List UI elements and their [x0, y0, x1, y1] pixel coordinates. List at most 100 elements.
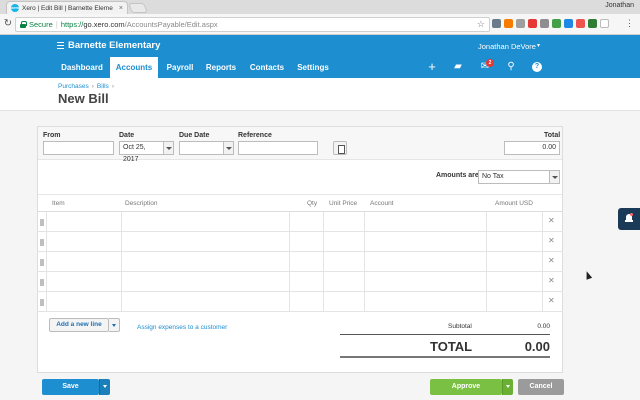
hubspot-extension-icon[interactable]	[504, 19, 513, 28]
column-header-qty: Qty	[307, 200, 318, 207]
date-input[interactable]: Oct 25, 2017	[119, 141, 164, 163]
search-icon[interactable]: ⚲	[505, 61, 517, 73]
line-item-cell[interactable]	[289, 212, 323, 232]
add-icon[interactable]: +	[426, 60, 438, 73]
add-new-line-button[interactable]: Add a new line	[49, 318, 109, 332]
tab-close-icon[interactable]: ×	[119, 5, 123, 12]
nav-dashboard[interactable]: Dashboard	[57, 57, 107, 78]
amounts-are-dropdown-button[interactable]	[550, 170, 560, 184]
organisation-name[interactable]: Barnette Elementary	[68, 40, 160, 51]
line-item-cell[interactable]	[121, 292, 289, 312]
browser-profile-name[interactable]: Jonathan	[605, 2, 634, 9]
line-item-cell[interactable]	[323, 272, 364, 292]
drag-handle-icon[interactable]	[40, 299, 44, 306]
line-item-cell[interactable]	[364, 232, 486, 252]
line-item-cell[interactable]	[364, 272, 486, 292]
chevron-down-icon[interactable]: ▾	[537, 42, 540, 49]
extension-icon[interactable]	[576, 19, 585, 28]
remove-line-icon[interactable]: ✕	[548, 276, 555, 285]
remove-line-icon[interactable]: ✕	[548, 216, 555, 225]
line-item-cell[interactable]	[323, 232, 364, 252]
new-tab-button[interactable]	[128, 3, 148, 13]
extension-icon[interactable]	[492, 19, 501, 28]
breadcrumb-purchases[interactable]: Purchases	[58, 83, 89, 90]
copy-document-icon[interactable]	[333, 141, 347, 155]
nav-payroll[interactable]: Payroll	[160, 57, 200, 78]
remove-line-icon[interactable]: ✕	[548, 296, 555, 305]
line-item-cell[interactable]	[121, 272, 289, 292]
nav-contacts[interactable]: Contacts	[246, 57, 288, 78]
notification-panel-tab[interactable]	[618, 208, 640, 230]
subtotal-label: Subtotal	[448, 323, 472, 330]
nav-settings[interactable]: Settings	[293, 57, 333, 78]
nav-reports[interactable]: Reports	[202, 57, 240, 78]
save-button[interactable]: Save	[42, 379, 99, 395]
breadcrumb: Purchases › Bills ›	[58, 83, 114, 90]
amounts-are-row: Amounts are No Tax	[38, 160, 562, 195]
from-input[interactable]	[43, 141, 114, 155]
help-icon[interactable]: ?	[532, 62, 542, 72]
line-item-cell[interactable]	[364, 252, 486, 272]
date-picker-button[interactable]	[164, 141, 174, 155]
cancel-button[interactable]: Cancel	[518, 379, 564, 395]
line-item-row: ✕	[38, 292, 562, 312]
line-item-cell[interactable]	[46, 232, 121, 252]
line-item-cell[interactable]	[323, 292, 364, 312]
extension-icon[interactable]	[600, 19, 609, 28]
line-item-cell[interactable]	[289, 272, 323, 292]
approve-button[interactable]: Approve	[430, 379, 502, 395]
browser-menu-icon[interactable]: ⋮	[625, 19, 634, 28]
extension-icon[interactable]	[564, 19, 573, 28]
extension-icon[interactable]	[516, 19, 525, 28]
line-item-cell[interactable]	[289, 252, 323, 272]
column-header-item: Item	[52, 200, 65, 207]
add-line-dropdown-button[interactable]	[109, 318, 120, 332]
due-date-input[interactable]	[179, 141, 224, 155]
extension-icon[interactable]	[552, 19, 561, 28]
line-item-cell[interactable]	[121, 212, 289, 232]
assign-expenses-link[interactable]: Assign expenses to a customer	[137, 324, 227, 331]
line-item-cell[interactable]	[486, 272, 543, 292]
save-options-dropdown-button[interactable]	[99, 379, 110, 395]
user-menu[interactable]: Jonathan DeVore	[478, 42, 536, 51]
line-item-cell[interactable]	[46, 292, 121, 312]
line-item-cell[interactable]	[486, 292, 543, 312]
approve-options-dropdown-button[interactable]	[502, 379, 513, 395]
drag-handle-icon[interactable]	[40, 259, 44, 266]
line-item-cell[interactable]	[46, 252, 121, 272]
breadcrumb-bills[interactable]: Bills	[97, 83, 109, 90]
pocket-extension-icon[interactable]	[528, 19, 537, 28]
drag-handle-icon[interactable]	[40, 219, 44, 226]
line-item-cell[interactable]	[46, 212, 121, 232]
bookmark-star-icon[interactable]: ☆	[477, 19, 485, 30]
line-item-cell[interactable]	[364, 212, 486, 232]
extension-icon[interactable]	[588, 19, 597, 28]
extension-icon[interactable]	[540, 19, 549, 28]
browser-tabstrip: xero Xero | Edit Bill | Barnette Eleme ×…	[0, 0, 640, 14]
drag-handle-icon[interactable]	[40, 279, 44, 286]
line-item-cell[interactable]	[486, 212, 543, 232]
nav-accounts[interactable]: Accounts	[110, 57, 158, 78]
files-folder-icon[interactable]: ▰	[452, 61, 464, 73]
line-item-cell[interactable]	[364, 292, 486, 312]
line-item-cell[interactable]	[323, 212, 364, 232]
line-item-cell[interactable]	[121, 232, 289, 252]
date-label: Date	[119, 132, 135, 139]
address-bar[interactable]: Secure | https://go.xero.com/AccountsPay…	[15, 17, 490, 32]
line-item-cell[interactable]	[46, 272, 121, 292]
org-menu-icon[interactable]	[57, 42, 64, 49]
remove-line-icon[interactable]: ✕	[548, 256, 555, 265]
line-item-cell[interactable]	[486, 232, 543, 252]
line-item-cell[interactable]	[486, 252, 543, 272]
remove-line-icon[interactable]: ✕	[548, 236, 555, 245]
line-item-cell[interactable]	[121, 252, 289, 272]
due-date-picker-button[interactable]	[224, 141, 234, 155]
drag-handle-icon[interactable]	[40, 239, 44, 246]
line-item-cell[interactable]	[289, 232, 323, 252]
browser-tab[interactable]: xero Xero | Edit Bill | Barnette Eleme ×	[6, 1, 128, 14]
line-item-cell[interactable]	[289, 292, 323, 312]
reload-icon[interactable]: ↻	[2, 18, 14, 30]
amounts-are-select[interactable]: No Tax	[478, 170, 550, 184]
line-item-cell[interactable]	[323, 252, 364, 272]
reference-input[interactable]	[238, 141, 318, 155]
